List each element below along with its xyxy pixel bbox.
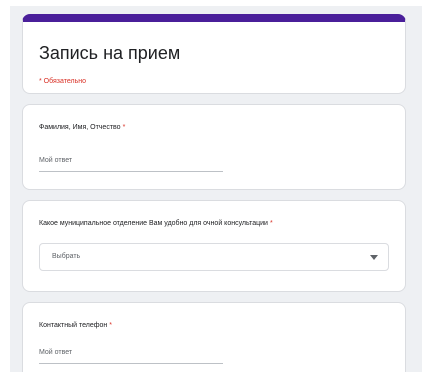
required-asterisk: *: [109, 322, 112, 329]
form-title: Запись на прием: [39, 43, 181, 63]
answer-placeholder: Мой ответ: [39, 349, 73, 356]
question-title: Контактный телефон *: [39, 321, 112, 330]
phone-input[interactable]: Мой ответ: [39, 345, 223, 364]
required-asterisk: *: [269, 220, 273, 227]
required-note: * Обязательно: [39, 78, 86, 85]
question-label: Какое муниципальное отделение Вам удобно…: [39, 220, 268, 227]
question-title: Какое муниципальное отделение Вам удобно…: [39, 219, 273, 228]
question-card-phone: Контактный телефон * Мой ответ: [22, 302, 406, 372]
question-card-full-name: Фамилия, Имя, Отчество * Мой ответ: [22, 104, 406, 190]
department-select[interactable]: Выбрать: [39, 243, 389, 271]
form-header-card: Запись на прием * Обязательно: [22, 14, 406, 94]
question-label: Контактный телефон: [39, 322, 108, 329]
form-page: Запись на прием * Обязательно Фамилия, И…: [10, 6, 422, 372]
select-value: Выбрать: [52, 253, 81, 260]
chevron-down-icon[interactable]: [370, 255, 378, 260]
answer-placeholder: Мой ответ: [39, 157, 73, 164]
question-label: Фамилия, Имя, Отчество: [39, 124, 121, 131]
question-title: Фамилия, Имя, Отчество *: [39, 123, 125, 132]
required-asterisk: *: [122, 124, 126, 131]
full-name-input[interactable]: Мой ответ: [39, 153, 223, 172]
question-card-department: Какое муниципальное отделение Вам удобно…: [22, 200, 406, 292]
